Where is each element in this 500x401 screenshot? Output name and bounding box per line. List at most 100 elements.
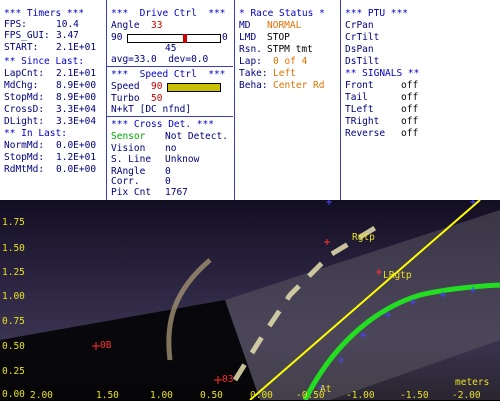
inlast-stopmd-label: StopMd: xyxy=(4,152,45,163)
x-label-1.00: 1.00 xyxy=(150,390,173,401)
inlast-rdmtmd-label: RdMtMd: xyxy=(4,164,45,175)
camera-view: Rgtp LRgtp 0B 03 At xyxy=(0,200,500,400)
cross-corr-value: 0 xyxy=(165,176,171,187)
turbo-value: 50 xyxy=(151,93,163,104)
speed-bar xyxy=(167,83,221,92)
signal-front-label: Front xyxy=(345,80,374,91)
race-rsn-label: Rsn. xyxy=(239,44,262,55)
race-rsn-value: STPM tmt xyxy=(267,44,313,55)
race-lmd-value: STOP xyxy=(267,32,290,43)
ptu-dstilt: DsTilt xyxy=(345,56,380,67)
since-lapcnt-label: LapCnt: xyxy=(4,68,45,79)
inlast-rdmtmd-value: 0.0E+00 xyxy=(56,164,97,175)
signal-tail-label: Tail xyxy=(345,92,368,103)
since-mdchg-value: 8.9E+00 xyxy=(56,80,97,91)
cross-corr-label: Corr. xyxy=(111,176,140,187)
since-header: ** Since Last: xyxy=(4,56,85,67)
separator xyxy=(107,116,233,117)
ptu-column: *** PTU *** CrPan CrTilt DsPan DsTilt **… xyxy=(341,0,500,200)
since-dlight-value: 3.3E+04 xyxy=(56,116,97,127)
y-label-1.50: 1.50 xyxy=(2,243,25,254)
angle-avg-text: avg=33.0 dev=0.0 xyxy=(111,54,209,65)
signal-tleft-value: off xyxy=(401,104,419,115)
inlast-header: ** In Last: xyxy=(4,128,67,139)
camera-overlay xyxy=(0,200,500,400)
race-beha-value: Center Rd xyxy=(273,80,325,91)
floor-shadow xyxy=(0,300,260,400)
y-label-1.00: 1.00 xyxy=(2,291,25,302)
x-label--2.00: -2.00 xyxy=(452,390,481,401)
cross-sline-label: S. Line xyxy=(111,154,152,165)
turbo-label: Turbo xyxy=(111,93,140,104)
signal-reverse-value: off xyxy=(401,128,419,139)
label-lrgtp: LRgtp xyxy=(383,270,412,281)
timer-fpsgui-label: FPS_GUI: xyxy=(4,30,50,41)
cross-sensor-value: Not Detect. xyxy=(165,131,228,142)
angle-slider[interactable] xyxy=(127,34,221,43)
signal-tail-value: off xyxy=(401,92,419,103)
timer-start-value: 2.1E+01 xyxy=(56,42,97,53)
nkt-text: N+kT [DC nfnd] xyxy=(111,104,192,115)
label-o3: 03 xyxy=(222,374,234,385)
race-lap-value: 0 of 4 xyxy=(273,56,308,67)
label-rgtp: Rgtp xyxy=(352,232,375,243)
y-label-1.25: 1.25 xyxy=(2,267,25,278)
x-label--1.50: -1.50 xyxy=(400,390,429,401)
signal-tright-label: TRight xyxy=(345,116,380,127)
cross-pixcnt-label: Pix Cnt xyxy=(111,187,152,198)
inlast-normmd-value: 0.0E+00 xyxy=(56,140,97,151)
label-ob: 0B xyxy=(100,340,112,351)
cross-vision-label: Vision xyxy=(111,143,146,154)
since-dlight-label: DLight: xyxy=(4,116,45,127)
speed-bar-fill xyxy=(168,84,220,91)
speed-label: Speed xyxy=(111,81,140,92)
timers-column: *** Timers *** FPS: 10.4 FPS_GUI: 3.47 S… xyxy=(0,0,105,200)
angle-label: Angle xyxy=(111,20,140,31)
signal-tright-value: off xyxy=(401,116,419,127)
angle-slider-thumb[interactable] xyxy=(183,34,187,43)
x-label-2.00: 2.00 xyxy=(30,390,53,401)
speed-value: 90 xyxy=(151,81,163,92)
angle-slider-max: 0 xyxy=(222,32,228,43)
race-take-label: Take: xyxy=(239,68,268,79)
ptu-header: *** PTU *** xyxy=(345,8,408,19)
x-label--0.50: -0.50 xyxy=(296,390,325,401)
timer-fps-label: FPS: xyxy=(4,19,27,30)
since-crossd-label: CrossD: xyxy=(4,104,45,115)
since-crossd-value: 3.3E+04 xyxy=(56,104,97,115)
race-lap-label: Lap: xyxy=(239,56,262,67)
signal-front-value: off xyxy=(401,80,419,91)
x-label-0.50: 0.50 xyxy=(200,390,223,401)
separator xyxy=(107,66,233,67)
x-label-1.50: 1.50 xyxy=(96,390,119,401)
timers-header: *** Timers *** xyxy=(4,8,85,19)
race-status-header: * Race Status * xyxy=(239,8,325,19)
x-label-0.00: 0.00 xyxy=(250,390,273,401)
x-label--1.00: -1.00 xyxy=(346,390,375,401)
y-label-0.75: 0.75 xyxy=(2,316,25,327)
drive-ctrl-header: *** Drive Ctrl *** xyxy=(111,8,226,19)
cross-pixcnt-value: 1767 xyxy=(165,187,188,198)
signal-tleft-label: TLeft xyxy=(345,104,374,115)
since-mdchg-label: MdChg: xyxy=(4,80,39,91)
ptu-dspan: DsPan xyxy=(345,44,374,55)
since-lapcnt-value: 2.1E+01 xyxy=(56,68,97,79)
since-stopmd-label: StopMd: xyxy=(4,92,45,103)
cross-vision-value: no xyxy=(165,143,177,154)
timer-fps-value: 10.4 xyxy=(56,19,79,30)
cross-det-header: *** Cross Det. *** xyxy=(111,119,214,130)
race-md-value: NORMAL xyxy=(267,20,302,31)
ptu-crpan: CrPan xyxy=(345,20,374,31)
inlast-stopmd-value: 1.2E+01 xyxy=(56,152,97,163)
angle-slider-mid: 45 xyxy=(165,43,177,54)
race-md-label: MD xyxy=(239,20,251,31)
cross-sline-value: Unknow xyxy=(165,154,200,165)
cross-sensor-label: Sensor xyxy=(111,131,146,142)
signal-reverse-label: Reverse xyxy=(345,128,386,139)
race-status-column: * Race Status * MD NORMAL LMD STOP Rsn. … xyxy=(235,0,339,200)
telemetry-panel: *** Timers *** FPS: 10.4 FPS_GUI: 3.47 S… xyxy=(0,0,500,200)
drive-ctrl-column: *** Drive Ctrl *** Angle 33 90 0 45 avg=… xyxy=(107,0,233,200)
timer-start-label: START: xyxy=(4,42,39,53)
angle-slider-min: 90 xyxy=(111,32,123,43)
speed-ctrl-header: *** Speed Ctrl *** xyxy=(111,69,226,80)
